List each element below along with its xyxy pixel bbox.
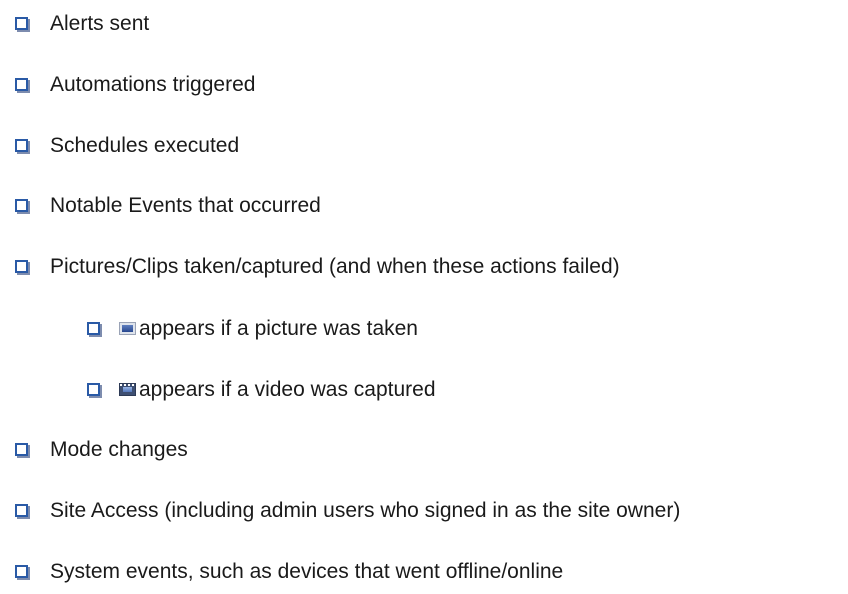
list-item-label: appears if a picture was taken	[139, 317, 418, 340]
list-item-label: Pictures/Clips taken/captured (and when …	[50, 255, 620, 278]
checkbox-bullet-icon	[15, 138, 28, 152]
list-item-automations-triggered: Automations triggered	[15, 72, 255, 98]
checkbox-bullet-icon	[15, 442, 28, 456]
list-item-label: Notable Events that occurred	[50, 194, 321, 217]
checkbox-bullet-icon	[15, 259, 28, 273]
list-item-site-access: Site Access (including admin users who s…	[15, 498, 680, 524]
list-item-system-events: System events, such as devices that went…	[15, 559, 563, 585]
list-item-label: System events, such as devices that went…	[50, 560, 564, 583]
picture-icon	[119, 321, 136, 335]
list-item-label: Schedules executed	[50, 134, 240, 157]
list-item-label: appears if a video was captured	[139, 378, 436, 401]
list-item-label: Automations triggered	[50, 73, 256, 96]
checkbox-bullet-icon	[15, 564, 28, 578]
checkbox-bullet-icon	[87, 382, 100, 396]
checkbox-bullet-icon	[87, 321, 100, 335]
checkbox-bullet-icon	[15, 198, 28, 212]
list-item-alerts-sent: Alerts sent	[15, 11, 149, 37]
checkbox-bullet-icon	[15, 16, 28, 30]
list-item-mode-changes: Mode changes	[15, 437, 188, 463]
list-item-notable-events: Notable Events that occurred	[15, 193, 321, 219]
video-clip-icon	[119, 382, 136, 396]
checklist: Alerts sent Automations triggered Schedu…	[0, 0, 848, 594]
checkbox-bullet-icon	[15, 77, 28, 91]
list-item-schedules-executed: Schedules executed	[15, 133, 239, 159]
list-item-label: Alerts sent	[50, 12, 150, 35]
sub-item-video-captured: appears if a video was captured	[87, 377, 436, 403]
list-item-label: Mode changes	[50, 438, 188, 461]
list-item-label: Site Access (including admin users who s…	[50, 499, 681, 522]
sub-item-picture-taken: appears if a picture was taken	[87, 316, 418, 342]
list-item-pictures-clips: Pictures/Clips taken/captured (and when …	[15, 254, 620, 280]
checkbox-bullet-icon	[15, 503, 28, 517]
